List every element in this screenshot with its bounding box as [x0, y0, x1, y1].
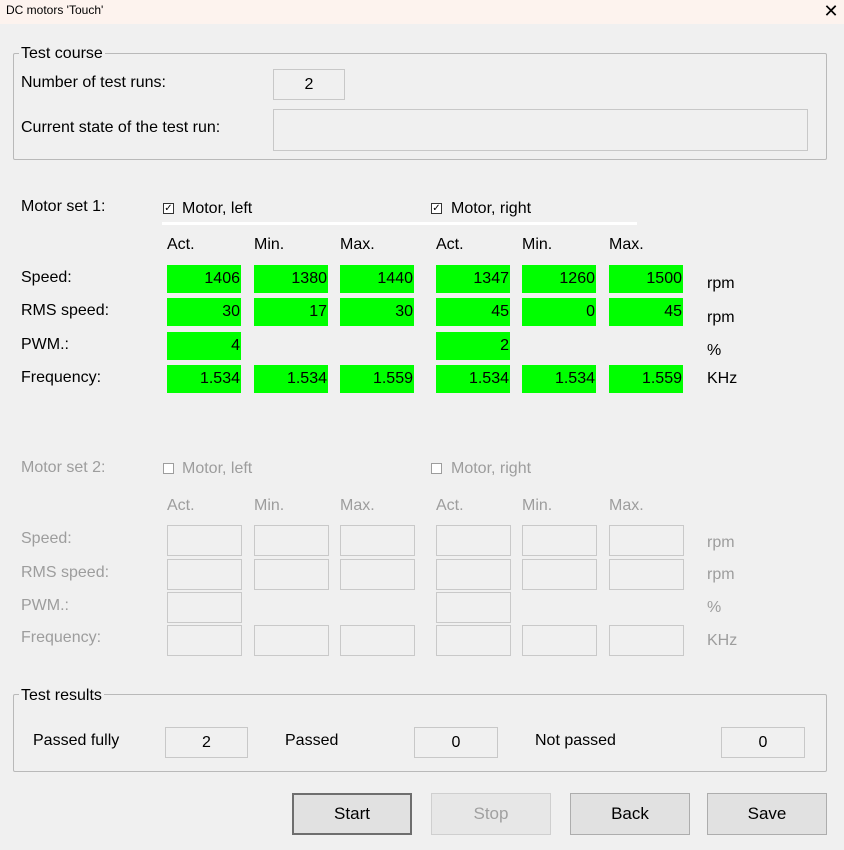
set1-row-label: RMS speed:: [21, 302, 110, 319]
passed-fully-label: Passed fully: [33, 732, 120, 749]
set2-col-header: Max.: [609, 497, 644, 514]
set2-value-cell: [609, 559, 684, 590]
set2-value-cell: [254, 625, 329, 656]
set2-row-label: RMS speed:: [21, 564, 110, 581]
stop-button[interactable]: Stop: [431, 793, 551, 835]
set1-value-cell: 45: [609, 298, 683, 326]
set2-value-cell: [522, 559, 597, 590]
not-passed-field: 0: [721, 727, 805, 758]
set1-row-label: PWM.:: [21, 336, 69, 353]
set2-value-cell: [522, 625, 597, 656]
set2-row-label: PWM.:: [21, 597, 69, 614]
set2-unit-label: rpm: [707, 566, 735, 583]
set1-value-cell: 2: [436, 332, 510, 360]
set1-value-cell: 17: [254, 298, 328, 326]
set1-row-label: Frequency:: [21, 369, 102, 386]
set1-value-cell: 1.559: [609, 365, 683, 393]
set2-unit-label: KHz: [707, 632, 738, 649]
save-button[interactable]: Save: [707, 793, 827, 835]
motor-right-label: Motor, right: [451, 200, 532, 217]
set1-value-cell: 1406: [167, 265, 241, 293]
set1-value-cell: 30: [340, 298, 414, 326]
passed-field: 0: [414, 727, 498, 758]
motor-right-checkbox[interactable]: ✓: [431, 203, 442, 214]
set1-unit-label: KHz: [707, 370, 738, 387]
set1-unit-label: %: [707, 342, 722, 359]
start-button[interactable]: Start: [292, 793, 412, 835]
motor-set-1-label: Motor set 1:: [21, 198, 106, 215]
set1-value-cell: 1.534: [254, 365, 328, 393]
set1-col-header: Min.: [254, 236, 285, 253]
set1-value-cell: 1.534: [522, 365, 596, 393]
set2-col-header: Act.: [436, 497, 464, 514]
set1-value-cell: 1.534: [436, 365, 510, 393]
set1-col-header: Act.: [167, 236, 195, 253]
title-bar: DC motors 'Touch' ✕: [0, 0, 844, 24]
not-passed-label: Not passed: [535, 732, 616, 749]
motor-left-checkbox[interactable]: ✓: [163, 203, 174, 214]
set1-value-cell: 1380: [254, 265, 328, 293]
motor-2-right-checkbox[interactable]: [431, 463, 442, 474]
current-state-field: [273, 109, 808, 151]
set2-col-header: Min.: [522, 497, 553, 514]
set1-value-cell: 1347: [436, 265, 510, 293]
set2-value-cell: [522, 525, 597, 556]
set1-value-cell: 1260: [522, 265, 596, 293]
set2-col-header: Act.: [167, 497, 195, 514]
set2-row-label: Frequency:: [21, 629, 102, 646]
motor-2-left-checkbox[interactable]: [163, 463, 174, 474]
set2-unit-label: %: [707, 599, 722, 616]
set1-value-cell: 0: [522, 298, 596, 326]
set2-value-cell: [340, 559, 415, 590]
num-runs-field: 2: [273, 69, 345, 100]
divider: [162, 222, 637, 225]
set2-value-cell: [167, 625, 242, 656]
motor-set-2-label: Motor set 2:: [21, 459, 106, 476]
set2-value-cell: [436, 592, 511, 623]
set1-value-cell: 45: [436, 298, 510, 326]
set1-value-cell: 1500: [609, 265, 683, 293]
set2-value-cell: [436, 625, 511, 656]
set1-col-header: Min.: [522, 236, 553, 253]
motor-2-right-label: Motor, right: [451, 460, 532, 477]
back-button[interactable]: Back: [570, 793, 690, 835]
set1-value-cell: 1.559: [340, 365, 414, 393]
num-runs-label: Number of test runs:: [21, 74, 166, 91]
set2-value-cell: [436, 559, 511, 590]
set2-value-cell: [609, 525, 684, 556]
set2-value-cell: [340, 625, 415, 656]
set2-col-header: Min.: [254, 497, 285, 514]
motor-left-label: Motor, left: [182, 200, 253, 217]
window-title: DC motors 'Touch': [6, 3, 104, 17]
set2-value-cell: [340, 525, 415, 556]
current-state-label: Current state of the test run:: [21, 119, 221, 136]
set1-value-cell: 1.534: [167, 365, 241, 393]
set2-value-cell: [167, 525, 242, 556]
set2-value-cell: [254, 559, 329, 590]
test-course-legend: Test course: [19, 45, 105, 63]
set1-value-cell: 1440: [340, 265, 414, 293]
set1-unit-label: rpm: [707, 275, 735, 292]
passed-label: Passed: [285, 732, 339, 749]
set2-col-header: Max.: [340, 497, 375, 514]
set1-col-header: Max.: [340, 236, 375, 253]
test-results-legend: Test results: [19, 687, 104, 705]
set2-value-cell: [167, 592, 242, 623]
passed-fully-field: 2: [165, 727, 248, 758]
set2-row-label: Speed:: [21, 530, 72, 547]
set2-unit-label: rpm: [707, 534, 735, 551]
set1-col-header: Act.: [436, 236, 464, 253]
close-icon[interactable]: ✕: [819, 0, 843, 22]
set1-value-cell: 4: [167, 332, 241, 360]
set1-col-header: Max.: [609, 236, 644, 253]
set1-row-label: Speed:: [21, 269, 72, 286]
set2-value-cell: [436, 525, 511, 556]
set1-value-cell: 30: [167, 298, 241, 326]
motor-2-left-label: Motor, left: [182, 460, 253, 477]
set2-value-cell: [254, 525, 329, 556]
set2-value-cell: [609, 625, 684, 656]
set2-value-cell: [167, 559, 242, 590]
set1-unit-label: rpm: [707, 309, 735, 326]
